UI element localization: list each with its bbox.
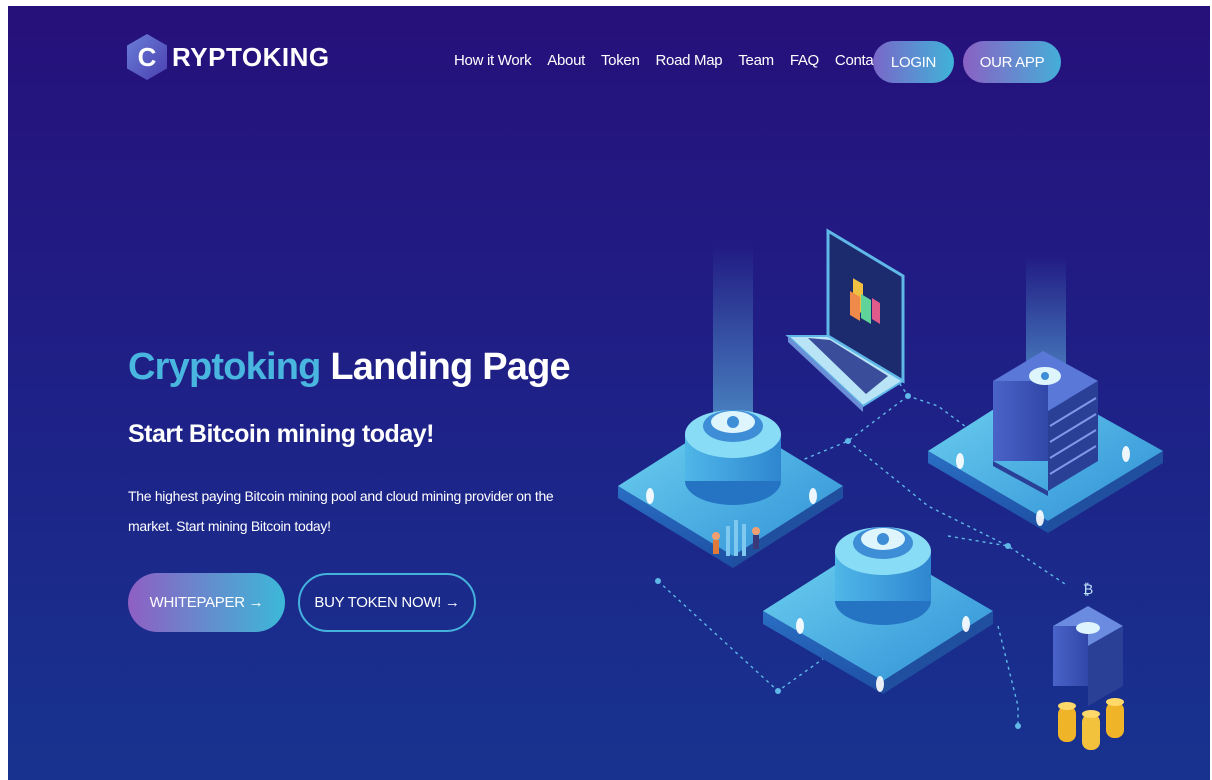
mining-platform-left [618,246,843,568]
nav-team[interactable]: Team [738,52,774,69]
landing-page: C RYPTOKING How it Work About Token Road… [8,6,1210,780]
whitepaper-button[interactable]: WHITEPAPER → [128,573,285,632]
hero-description: The highest paying Bitcoin mining pool a… [128,488,554,534]
nav-token[interactable]: Token [601,52,640,69]
logo-letter: C [138,42,157,72]
hero-title-accent: Cryptoking [128,346,321,388]
nav-road-map[interactable]: Road Map [656,52,723,69]
nav-faq[interactable]: FAQ [790,52,819,69]
crypto-mining-isometric-illustration: ₿ [618,228,1163,750]
brand-logo[interactable]: C RYPTOKING [126,33,330,81]
login-button[interactable]: LOGIN [873,41,954,83]
mining-platform-right [928,256,1163,533]
hexagon-logo-icon: C [126,33,168,81]
hero-title: Cryptoking Landing Page [128,346,571,389]
main-nav: How it Work About Token Road Map Team FA… [454,52,901,69]
mining-platform-center [763,527,993,694]
laptop-icon [785,228,905,412]
gold-coins-icon [1058,698,1124,750]
buy-token-button[interactable]: BUY TOKEN NOW! → [298,573,476,632]
small-server-stack: ₿ [1053,582,1123,706]
hero-title-rest: Landing Page [320,346,570,388]
svg-text:₿: ₿ [1083,582,1093,598]
brand-name: RYPTOKING [172,41,330,72]
our-app-button[interactable]: OUR APP [963,41,1061,83]
hero-subtitle: Start Bitcoin mining today! [128,420,434,448]
nav-how-it-work[interactable]: How it Work [454,52,532,69]
nav-about[interactable]: About [547,52,585,69]
